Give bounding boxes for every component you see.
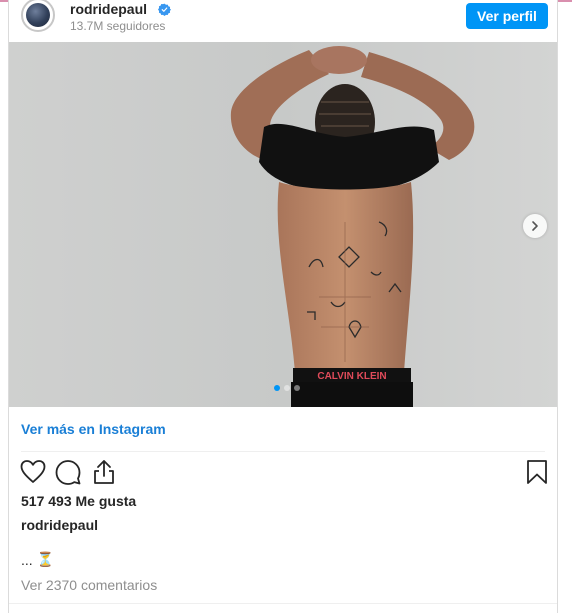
- post-photo-illustration: CALVIN KLEIN: [9, 42, 557, 407]
- follower-count: 13.7M seguidores: [70, 19, 166, 33]
- avatar[interactable]: [21, 0, 55, 32]
- carousel-indicator: [274, 385, 300, 391]
- divider: [21, 451, 545, 452]
- heart-icon[interactable]: [19, 458, 47, 486]
- svg-text:CALVIN KLEIN: CALVIN KLEIN: [317, 371, 386, 382]
- like-count[interactable]: 517 493 Me gusta: [21, 493, 136, 509]
- comment-icon[interactable]: [54, 458, 82, 486]
- hourglass-icon: ⏳: [36, 551, 55, 567]
- post-image[interactable]: CALVIN KLEIN: [9, 42, 557, 407]
- verified-badge-icon: [158, 3, 171, 16]
- post-header: rodridepaul 13.7M seguidores Ver perfil: [9, 0, 557, 40]
- divider: [9, 603, 557, 604]
- action-bar: [9, 458, 557, 488]
- caption: ... ⏳: [21, 551, 54, 568]
- carousel-dot: [294, 385, 300, 391]
- view-more-on-instagram-link[interactable]: Ver más en Instagram: [21, 421, 166, 437]
- instagram-embed-card: rodridepaul 13.7M seguidores Ver perfil: [8, 0, 558, 613]
- bookmark-icon[interactable]: [523, 458, 551, 486]
- view-profile-button[interactable]: Ver perfil: [466, 3, 548, 29]
- view-comments-link[interactable]: Ver 2370 comentarios: [21, 577, 157, 593]
- caption-text: ...: [21, 551, 33, 568]
- caption-username[interactable]: rodridepaul: [21, 517, 98, 533]
- share-icon[interactable]: [90, 458, 118, 486]
- carousel-dot-active: [274, 385, 280, 391]
- avatar-image: [26, 3, 50, 27]
- carousel-dot: [284, 385, 290, 391]
- chevron-right-icon: [532, 221, 538, 231]
- username[interactable]: rodridepaul: [70, 1, 147, 17]
- carousel-next-button[interactable]: [523, 214, 547, 238]
